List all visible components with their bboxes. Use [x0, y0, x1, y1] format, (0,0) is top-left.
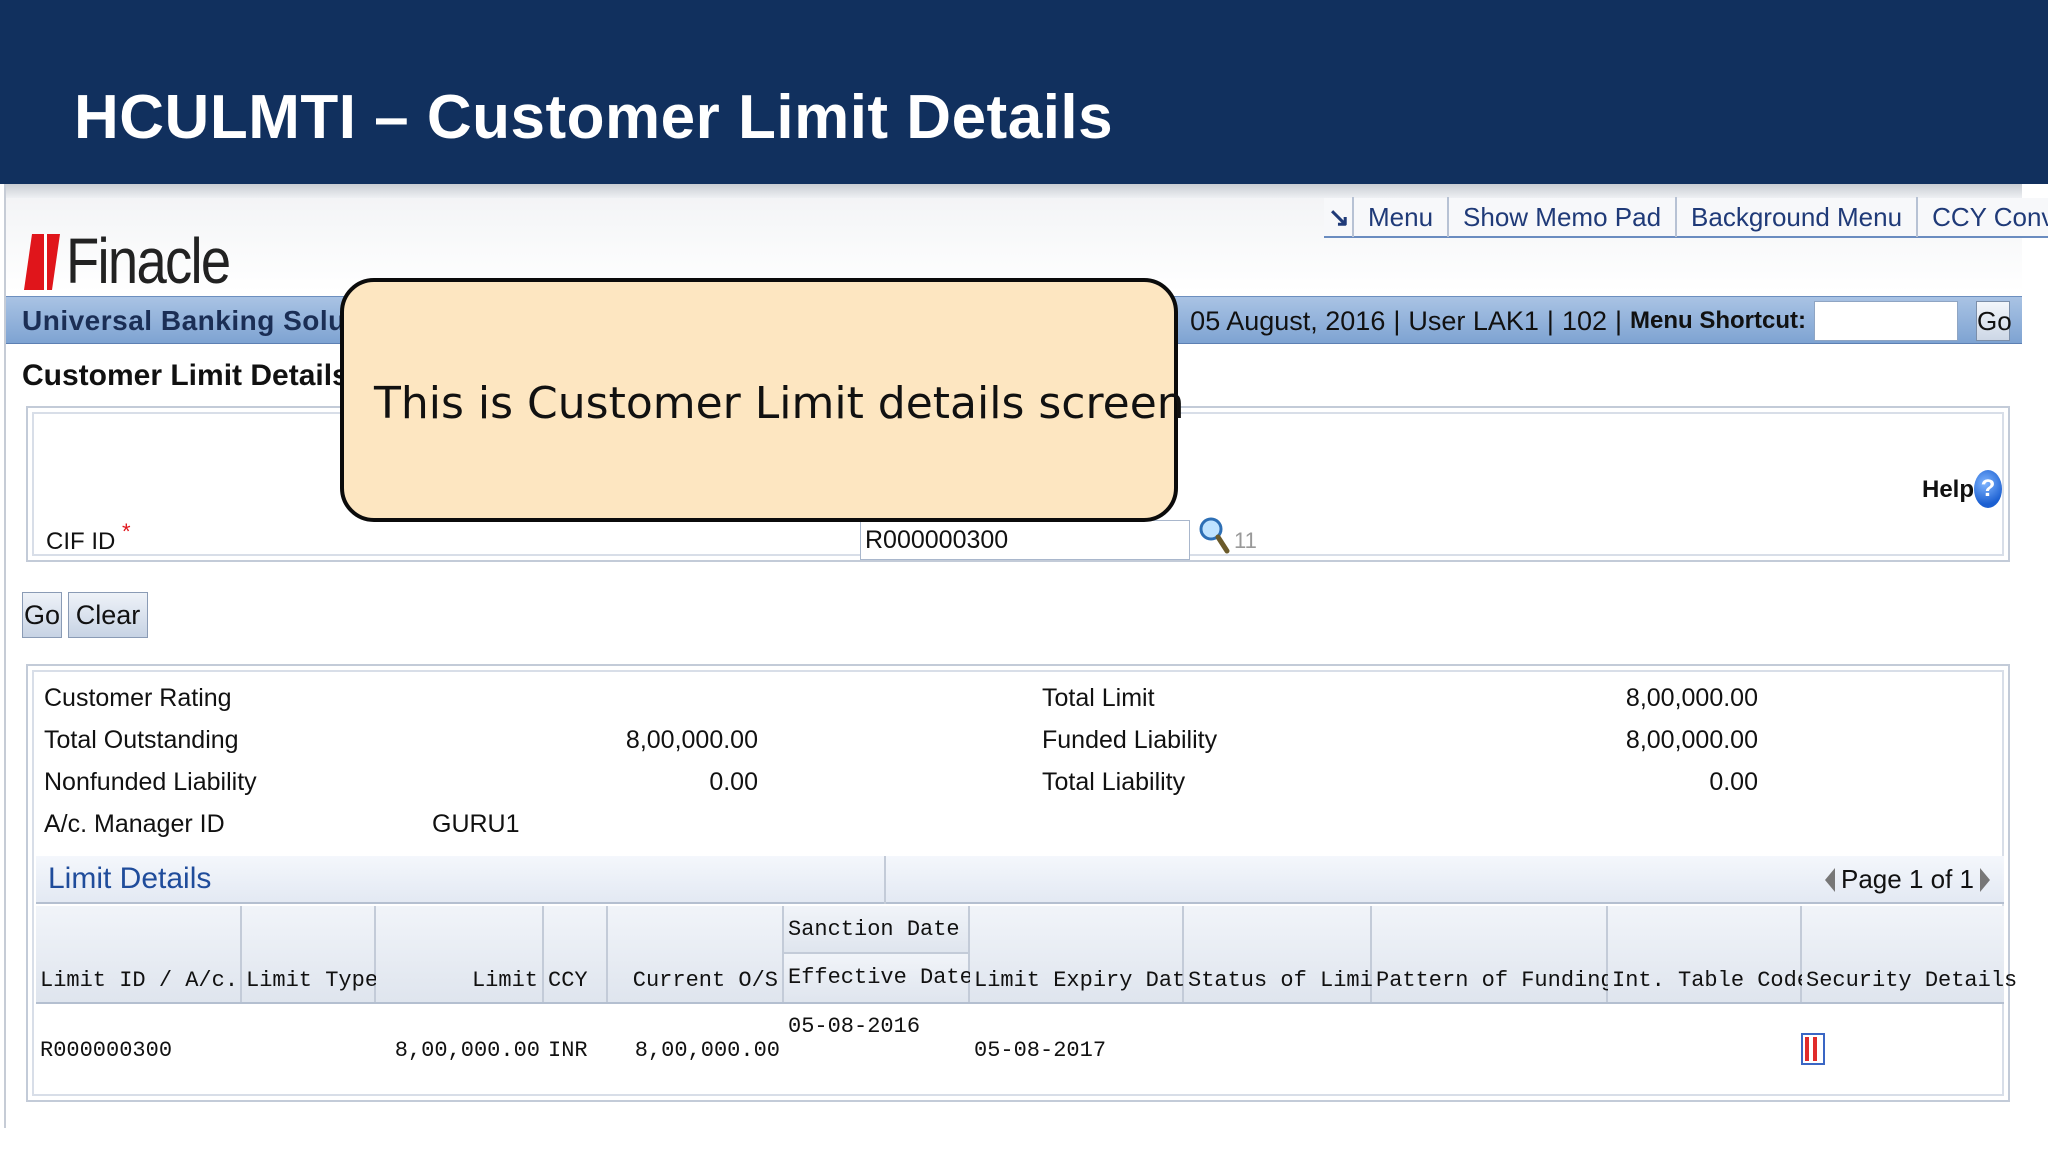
- nav-show-memo-pad[interactable]: Show Memo Pad: [1449, 197, 1678, 237]
- total-liability-value: 0.00: [1709, 768, 1758, 796]
- cif-length-counter: 11: [1234, 528, 1257, 553]
- top-strip: [6, 184, 2022, 198]
- clear-button[interactable]: Clear: [68, 592, 148, 638]
- customer-rating-label: Customer Rating: [44, 684, 232, 712]
- cell-limit: 8,00,000.00: [394, 1038, 540, 1063]
- callout-tooltip: This is Customer Limit details screen: [340, 278, 1185, 522]
- slide-header: HCULMTI – Customer Limit Details: [0, 0, 2048, 184]
- required-marker: *: [122, 519, 131, 544]
- help-link[interactable]: Help: [1922, 476, 1974, 504]
- nav-background-menu[interactable]: Background Menu: [1677, 197, 1919, 237]
- column-header-int-table-code: Int. Table Code: [1608, 906, 1810, 1002]
- nav-menu[interactable]: Menu: [1354, 197, 1450, 237]
- menu-shortcut-input[interactable]: [1814, 301, 1958, 341]
- cif-id-label: CIF ID *: [46, 519, 131, 555]
- cell-limit-id: R000000300: [40, 1038, 173, 1063]
- session-sol: 102: [1561, 305, 1607, 336]
- column-header-status: Status of Limit: [1184, 906, 1386, 1002]
- search-icon[interactable]: [1198, 516, 1230, 556]
- column-header-ccy: CCY: [544, 906, 608, 1002]
- column-header-current-os: Current O/S: [608, 906, 784, 1002]
- go-button[interactable]: Go: [22, 592, 62, 638]
- limit-details-title: Limit Details: [48, 862, 212, 895]
- nav-ccy-converter[interactable]: CCY Converter: [1918, 197, 2048, 237]
- top-nav: ↘ Menu Show Memo Pad Background Menu CCY…: [1324, 197, 2048, 238]
- column-header-effective-date: Effective Date: [784, 954, 973, 1002]
- previous-page-icon[interactable]: [1825, 867, 1835, 892]
- menu-shortcut-label: Menu Shortcut:: [1630, 307, 1806, 334]
- session-user: User LAK1: [1408, 305, 1539, 336]
- column-header-limit: Limit: [376, 906, 544, 1002]
- total-liability-label: Total Liability: [1042, 768, 1186, 796]
- column-header-pattern-of-funding: Pattern of Funding: [1372, 906, 1614, 1002]
- band-session-info: 05 August, 2016 | User LAK1 | 102 | Menu…: [1190, 301, 1958, 341]
- page-title: Customer Limit Details: [22, 359, 349, 392]
- funded-liability-value: 8,00,000.00: [1625, 726, 1758, 754]
- funded-liability-label: Funded Liability: [1042, 726, 1218, 754]
- cif-id-input[interactable]: [860, 520, 1190, 560]
- callout-text: This is Customer Limit details screen: [374, 378, 1185, 429]
- total-outstanding-value: 8,00,000.00: [625, 726, 758, 754]
- manager-id-value: GURU1: [432, 810, 520, 838]
- column-header-sanction-date: Sanction Date: [784, 906, 970, 954]
- next-page-icon[interactable]: [1980, 867, 1990, 892]
- finacle-logo-text: Finacle: [66, 225, 231, 297]
- page-indicator: Page 1 of 1: [1841, 864, 1974, 894]
- pager: Page 1 of 1: [1825, 864, 1990, 895]
- manager-id-label: A/c. Manager ID: [44, 810, 225, 838]
- nonfunded-liability-label: Nonfunded Liability: [44, 768, 257, 796]
- column-header-security-details: Security Details: [1802, 906, 2017, 1002]
- slide-title: HCULMTI – Customer Limit Details: [74, 83, 1114, 152]
- cell-sanction-date: 05-08-2016: [788, 1014, 921, 1039]
- cell-ccy: INR: [548, 1038, 588, 1063]
- column-header-limit-type: Limit Type: [242, 906, 378, 1002]
- session-date: 05 August, 2016: [1190, 305, 1386, 336]
- total-limit-value: 8,00,000.00: [1625, 684, 1758, 712]
- column-header-expiry-date: Limit Expiry Date: [970, 906, 1198, 1002]
- cell-current-os: 8,00,000.00: [634, 1038, 780, 1063]
- menu-shortcut-go-button[interactable]: Go: [1976, 301, 2012, 341]
- nav-toggle-icon[interactable]: ↘: [1324, 197, 1354, 237]
- total-outstanding-label: Total Outstanding: [44, 726, 239, 754]
- help-icon[interactable]: ?: [1974, 470, 2002, 508]
- security-details-icon[interactable]: [1801, 1033, 1825, 1065]
- cell-expiry-date: 05-08-2017: [974, 1038, 1107, 1063]
- column-header-limit-id: Limit ID / A/c. ID: [36, 906, 278, 1002]
- limit-details-header: Limit Details Page 1 of 1: [36, 856, 2004, 904]
- details-panel: Customer Rating Total Outstanding 8,00,0…: [26, 664, 2017, 1102]
- nonfunded-liability-value: 0.00: [709, 768, 758, 796]
- total-limit-label: Total Limit: [1042, 684, 1155, 712]
- limit-details-table: Limit ID / A/c. ID Limit Type Limit CCY …: [36, 906, 2017, 1090]
- finacle-logo-icon: [24, 234, 60, 290]
